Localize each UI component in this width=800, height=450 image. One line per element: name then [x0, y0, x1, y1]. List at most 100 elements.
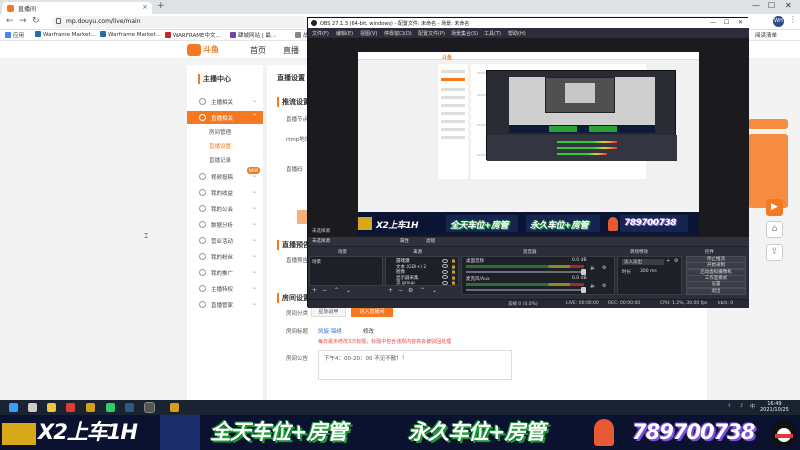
bookmark-0[interactable]: 应用	[5, 31, 24, 39]
scene-remove-button[interactable]: −	[322, 287, 327, 294]
sidebar-item-6[interactable]: 营业活动 ⌄	[187, 234, 263, 247]
scene-down-button[interactable]: ⌄	[346, 287, 351, 294]
transition-type-select[interactable]: 淡入淡出	[622, 259, 664, 265]
app2-icon[interactable]	[170, 403, 179, 412]
duration-input[interactable]: 300 ms	[640, 269, 657, 274]
visibility-eye-icon[interactable]	[442, 264, 448, 268]
visibility-eye-icon[interactable]	[442, 280, 448, 285]
filters-button[interactable]: 滤镜	[426, 238, 435, 244]
sidebar-item-10[interactable]: 直播管家 ⌄	[187, 298, 263, 311]
scene-item[interactable]: 场景	[312, 259, 321, 265]
mixer-track-2-mute-icon[interactable]: 🔈	[590, 283, 596, 289]
visibility-eye-icon[interactable]	[442, 275, 448, 279]
obs-menu-item-0[interactable]: 文件(F)	[312, 30, 329, 37]
sidebar-subitem-1[interactable]: 直播设置	[187, 140, 263, 151]
visibility-eye-icon[interactable]	[442, 258, 448, 263]
steam-icon[interactable]	[125, 403, 134, 412]
room-notice-textarea[interactable]: 下午4：00-20：00 不见不散！！	[318, 350, 512, 380]
bookmark-3[interactable]: WARFRAME中文...	[165, 31, 221, 39]
volume-icon[interactable]: ♪	[740, 403, 743, 409]
forward-arrow-icon[interactable]: →	[19, 16, 27, 26]
network-icon[interactable]: ⌇	[728, 403, 730, 409]
wechat-icon[interactable]	[106, 403, 115, 412]
source-settings-gear-icon[interactable]: ⚙	[408, 287, 413, 294]
nav-live[interactable]: 直播	[283, 45, 299, 56]
source-add-button[interactable]: +	[388, 287, 393, 294]
reload-icon[interactable]: ↻	[32, 16, 40, 26]
mixer-track-2-gear-icon[interactable]: ⚙	[602, 283, 606, 289]
lock-icon[interactable]: 🔒	[451, 275, 456, 280]
obs-maximize-button[interactable]: ☐	[724, 19, 729, 26]
properties-button[interactable]: 属性	[400, 238, 409, 244]
room-category-value[interactable]: 星际战甲	[311, 307, 346, 317]
file-explorer-icon[interactable]	[47, 403, 56, 412]
float-share-button[interactable]: ⇪	[766, 244, 783, 261]
ime-indicator[interactable]: 中	[750, 403, 755, 410]
sidebar-item-0[interactable]: 主播相关 ⌄	[187, 95, 263, 108]
bookmark-4[interactable]: 肆城网站 | 最...	[230, 31, 276, 39]
lock-icon[interactable]: 🔒	[451, 280, 456, 285]
obs-preview[interactable]: 斗鱼 X2上车1H 全天车位+房管 永久车位+房管 789700738 未选择源	[308, 38, 749, 237]
tab-close-icon[interactable]: ×	[142, 3, 148, 11]
source-remove-button[interactable]: −	[398, 287, 403, 294]
window-close-button[interactable]: ✕	[785, 1, 792, 10]
windows-icon[interactable]	[9, 403, 18, 412]
profile-avatar[interactable]: WH	[773, 16, 784, 27]
enter-room-button[interactable]: 进入直播间	[351, 307, 393, 317]
new-tab-button[interactable]: +	[157, 1, 165, 11]
sidebar-item-3[interactable]: 我的收益 ⌄	[187, 186, 263, 199]
sidebar-item-9[interactable]: 主播特权 ⌄	[187, 282, 263, 295]
lock-icon[interactable]: 🔒	[451, 269, 456, 274]
window-maximize-button[interactable]: ☐	[768, 1, 775, 10]
obs-menu-item-3[interactable]: 停靠窗口(D)	[384, 30, 412, 37]
obs-control-5[interactable]: 退出	[686, 287, 746, 295]
obs-minimize-button[interactable]: —	[710, 19, 716, 26]
app-icon[interactable]	[86, 403, 95, 412]
obs-menu-item-1[interactable]: 编辑(E)	[336, 30, 353, 37]
float-home-button[interactable]: ⌂	[766, 221, 783, 238]
visibility-eye-icon[interactable]	[442, 269, 448, 274]
bookmark-2[interactable]: Warframe Market...	[100, 31, 161, 38]
mixer-track-1-mute-icon[interactable]: 🔈	[590, 265, 596, 271]
source-down-button[interactable]: ⌄	[432, 287, 437, 294]
search-icon[interactable]	[28, 403, 37, 412]
transition-gear-icon[interactable]: ⚙	[674, 258, 678, 264]
sidebar-item-7[interactable]: 我的粉丝 ⌄	[187, 250, 263, 263]
obs-menu-item-5[interactable]: 场景集合(S)	[451, 30, 478, 37]
scene-up-button[interactable]: ⌃	[334, 287, 339, 294]
sidebar-item-5[interactable]: 数据分析 ⌄	[187, 218, 263, 231]
obs-menu-item-4[interactable]: 配置文件(P)	[418, 30, 445, 37]
room-title-edit-button[interactable]: 修改	[363, 327, 374, 335]
chrome-icon[interactable]	[66, 403, 75, 412]
transition-add-button[interactable]: +	[666, 258, 670, 264]
sidebar-item-1[interactable]: 直播相关 ⌃	[187, 111, 263, 124]
douyu-logo[interactable]: 斗鱼	[187, 43, 229, 57]
float-play-button[interactable]: ▶	[766, 199, 783, 216]
obs-close-button[interactable]: ✕	[738, 19, 743, 26]
window-minimize-button[interactable]: —	[752, 1, 760, 10]
lock-icon[interactable]: 🔒	[451, 264, 456, 269]
back-arrow-icon[interactable]: ←	[6, 16, 14, 26]
obs-menu-item-6[interactable]: 工具(T)	[484, 30, 501, 37]
obs-icon[interactable]	[144, 402, 155, 413]
mixer-track-2-slider[interactable]	[466, 287, 586, 293]
reading-list-link[interactable]: 阅读清单	[755, 31, 777, 39]
scene-add-button[interactable]: +	[312, 287, 317, 294]
sidebar-subitem-0[interactable]: 房间管理	[187, 126, 263, 137]
source-up-button[interactable]: ⌃	[420, 287, 425, 294]
system-clock[interactable]: 16:49 2021/10/25	[760, 401, 789, 413]
promo-card[interactable]	[748, 134, 788, 208]
browser-tab[interactable]: 直播间 ×	[2, 2, 152, 14]
obs-menu-item-7[interactable]: 帮助(H)	[508, 30, 526, 37]
bookmark-1[interactable]: Warframe Market...	[35, 31, 96, 38]
nav-home[interactable]: 首页	[250, 45, 266, 56]
sidebar-item-4[interactable]: 我的公会 ⌄	[187, 202, 263, 215]
lock-icon[interactable]: 🔒	[451, 258, 456, 263]
sidebar-item-8[interactable]: 我的推广 ⌄	[187, 266, 263, 279]
obs-menu-item-2[interactable]: 视图(V)	[360, 30, 377, 37]
kebab-menu-icon[interactable]: ⋮	[789, 15, 797, 24]
source-item-4[interactable]: 流 group	[396, 280, 415, 286]
mixer-track-1-slider[interactable]	[466, 269, 586, 275]
sidebar-subitem-2[interactable]: 直播记录	[187, 154, 263, 165]
mixer-track-1-gear-icon[interactable]: ⚙	[602, 265, 606, 271]
